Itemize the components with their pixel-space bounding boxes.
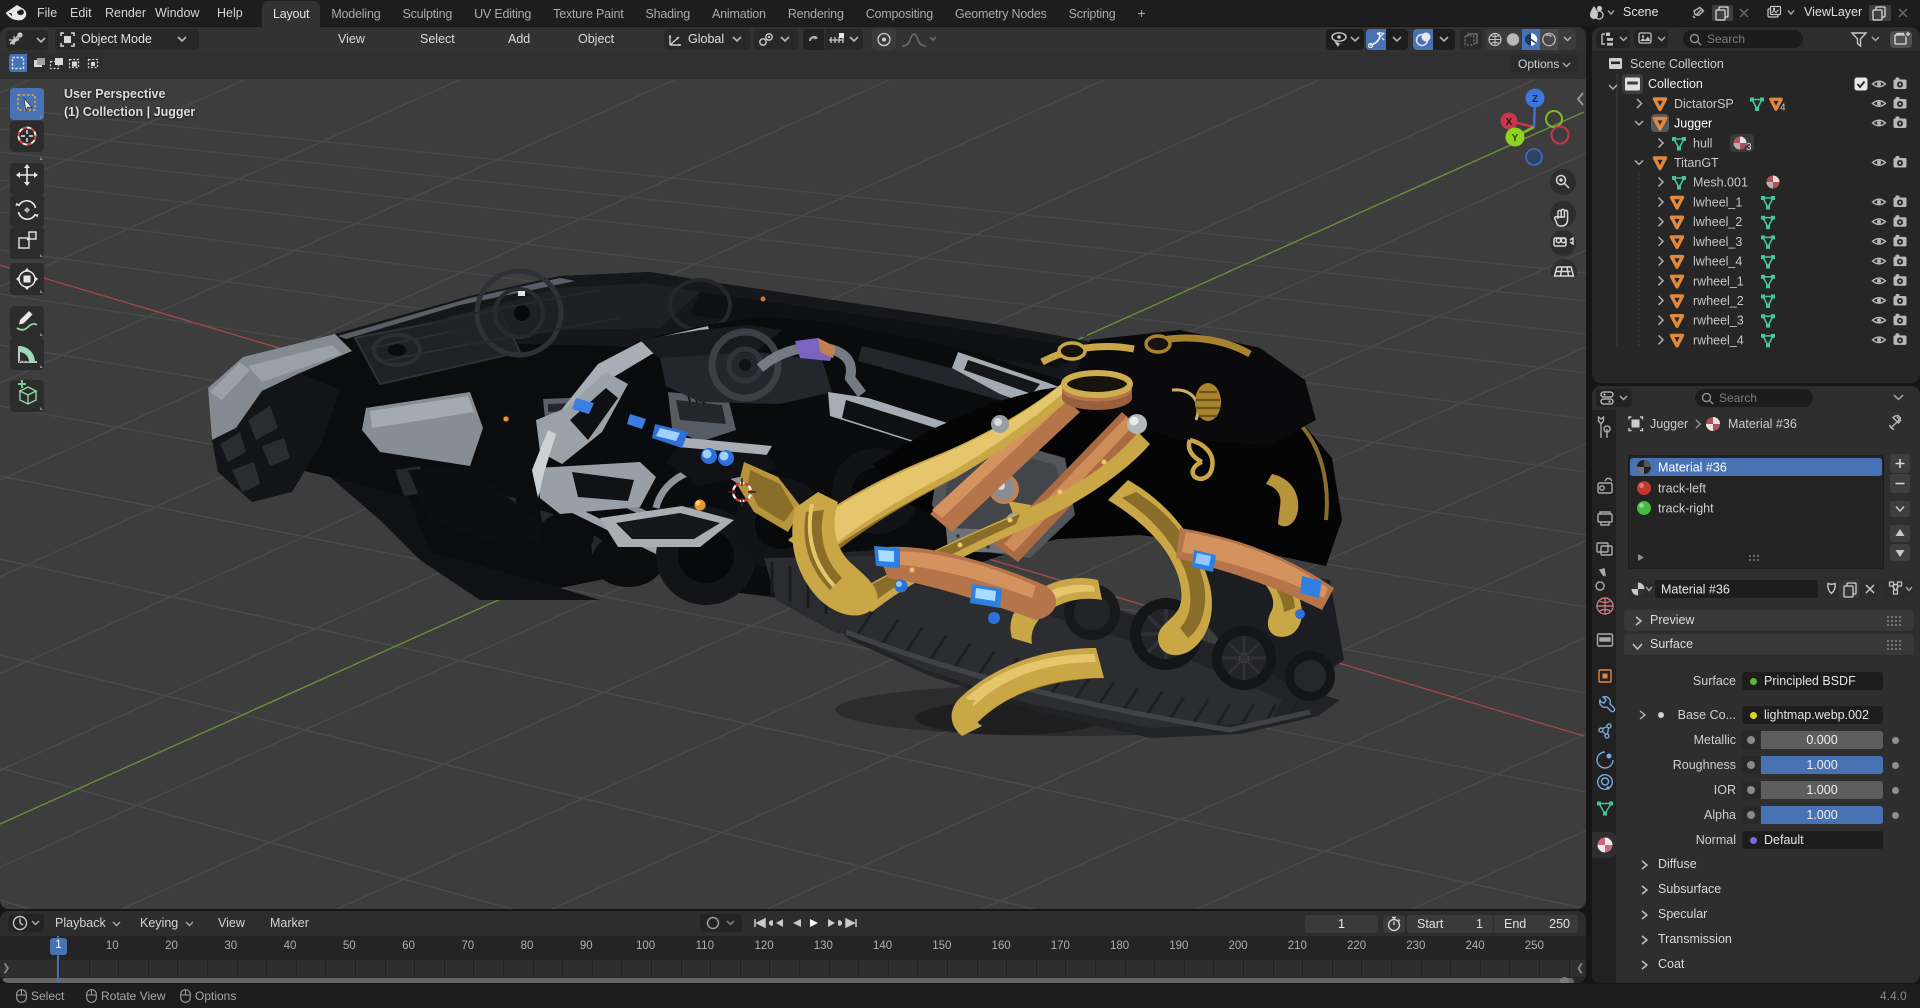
svg-text:lwheel_1: lwheel_1 (1693, 196, 1742, 210)
svg-text:lwheel_3: lwheel_3 (1693, 235, 1742, 249)
svg-text:lwheel_2: lwheel_2 (1693, 215, 1742, 229)
svg-text:4: 4 (1780, 103, 1786, 114)
svg-text:3: 3 (1746, 142, 1752, 153)
svg-text:lwheel_4: lwheel_4 (1693, 255, 1742, 269)
svg-text:Collection: Collection (1648, 77, 1703, 91)
svg-text:rwheel_3: rwheel_3 (1693, 314, 1744, 328)
svg-text:Material #36: Material #36 (1658, 461, 1727, 475)
svg-text:Material #36: Material #36 (1661, 583, 1730, 597)
svg-text:TitanGT: TitanGT (1674, 156, 1719, 170)
svg-text:DictatorSP: DictatorSP (1674, 97, 1734, 111)
svg-text:Jugger: Jugger (1650, 417, 1688, 431)
svg-text:rwheel_1: rwheel_1 (1693, 274, 1744, 288)
svg-text:Material #36: Material #36 (1728, 417, 1797, 431)
svg-text:Y: Y (1512, 133, 1519, 144)
svg-text:X: X (1506, 117, 1513, 128)
svg-text:track-right: track-right (1658, 502, 1714, 516)
svg-text:Z: Z (1532, 94, 1538, 105)
svg-text:rwheel_4: rwheel_4 (1693, 333, 1744, 347)
svg-text:Jugger: Jugger (1674, 117, 1712, 131)
svg-text:Mesh.001: Mesh.001 (1693, 176, 1748, 190)
svg-text:hull: hull (1693, 137, 1712, 151)
svg-text:rwheel_2: rwheel_2 (1693, 294, 1744, 308)
svg-text:Scene Collection: Scene Collection (1630, 57, 1724, 71)
svg-text:track-left: track-left (1658, 482, 1706, 496)
